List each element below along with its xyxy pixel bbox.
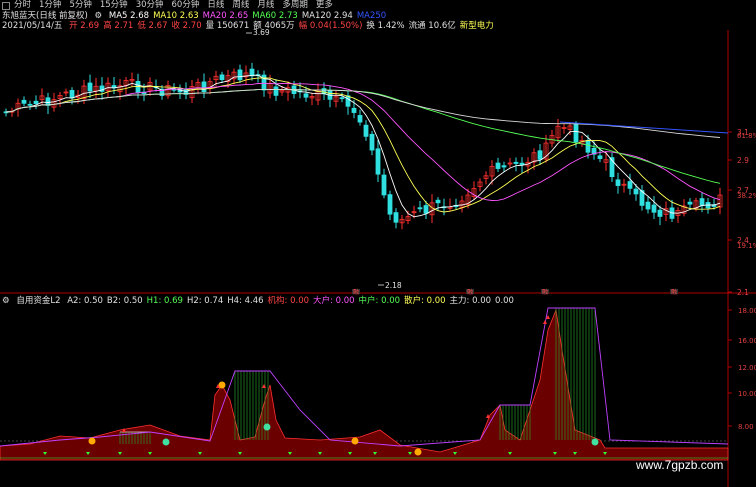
candle-body [351, 107, 357, 113]
candle-body [69, 90, 75, 99]
indicator-line-purple [0, 307, 729, 447]
up-arrow [543, 320, 547, 324]
candle-body [21, 99, 27, 104]
up-arrow [262, 384, 266, 388]
indicator-axis-label-4: 8.00 [738, 423, 754, 431]
indicator-axis-label-3: 10.00 [738, 390, 756, 398]
ma-line-120 [5, 89, 721, 138]
watermark: www.7gpzb.com [636, 458, 724, 472]
mark-label-2: 融 [542, 288, 548, 296]
ma-line-5 [5, 74, 721, 218]
candle-body [393, 212, 399, 223]
price-axis-label-1: 2.9 [737, 156, 749, 165]
signal-dot [162, 438, 170, 446]
candle-body [519, 162, 525, 166]
candle-body [657, 209, 663, 217]
candle-body [45, 97, 51, 106]
candle-body [237, 69, 243, 81]
candle-body [537, 150, 543, 160]
ma-line-20 [5, 82, 721, 201]
indicator-axis-label-0: 18.00 [738, 307, 756, 315]
signal-dot [263, 423, 271, 431]
signal-dot [88, 437, 96, 445]
price-pct-1: 38.2% [737, 192, 756, 200]
candle-body [495, 162, 501, 169]
signal-dot [351, 437, 359, 445]
candle-body [699, 198, 705, 206]
mark-label-3: 融 [671, 288, 677, 296]
candle-body [363, 124, 369, 137]
signal-dot [591, 438, 599, 446]
candle-body [261, 74, 267, 91]
high-price-label: 3.69 [253, 28, 270, 37]
candle-body [585, 139, 591, 153]
candle-body [513, 161, 519, 164]
indicator-area [0, 308, 729, 461]
candle-body [321, 88, 327, 95]
candle-body [645, 201, 651, 210]
candle-body [33, 100, 39, 104]
candle-body [273, 86, 279, 96]
price-axis-label-5: 2.1 [737, 288, 749, 297]
candle-body [303, 93, 309, 98]
candle-body [651, 204, 657, 213]
candle-body [687, 201, 693, 205]
candle-body [339, 97, 345, 100]
candle-body [573, 123, 579, 143]
ma-line-10 [5, 77, 721, 213]
signal-dot [414, 448, 422, 456]
candle-body [375, 148, 381, 175]
price-pct-0: 61.8% [737, 132, 756, 140]
candle-body [417, 207, 423, 210]
candle-body [201, 81, 207, 92]
candle-body [435, 199, 441, 204]
candle-body [345, 95, 351, 107]
mark-label-0: 融 [353, 288, 359, 296]
candle-body [27, 103, 33, 106]
candle-body [369, 133, 375, 151]
kline-chart[interactable]: 3.12.92.72.42.161.8%38.2%19.1%18.0016.00… [0, 0, 756, 487]
indicator-axis-label-2: 12.00 [738, 364, 756, 372]
candle-body [381, 174, 387, 196]
low-price-label: 2.18 [385, 281, 402, 290]
candle-body [501, 165, 507, 168]
candle-body [357, 115, 363, 123]
candle-body [423, 205, 429, 214]
candle-body [633, 188, 639, 195]
candle-body [219, 74, 225, 81]
ma-line-250 [559, 121, 729, 134]
candle-body [627, 181, 633, 189]
indicator-axis-label-1: 16.00 [738, 337, 756, 345]
candle-body [87, 82, 93, 92]
candle-body [597, 155, 603, 159]
mark-label-1: 融 [467, 288, 473, 296]
candle-body [387, 194, 393, 215]
price-pct-2: 19.1% [737, 242, 756, 250]
candle-body [615, 179, 621, 186]
